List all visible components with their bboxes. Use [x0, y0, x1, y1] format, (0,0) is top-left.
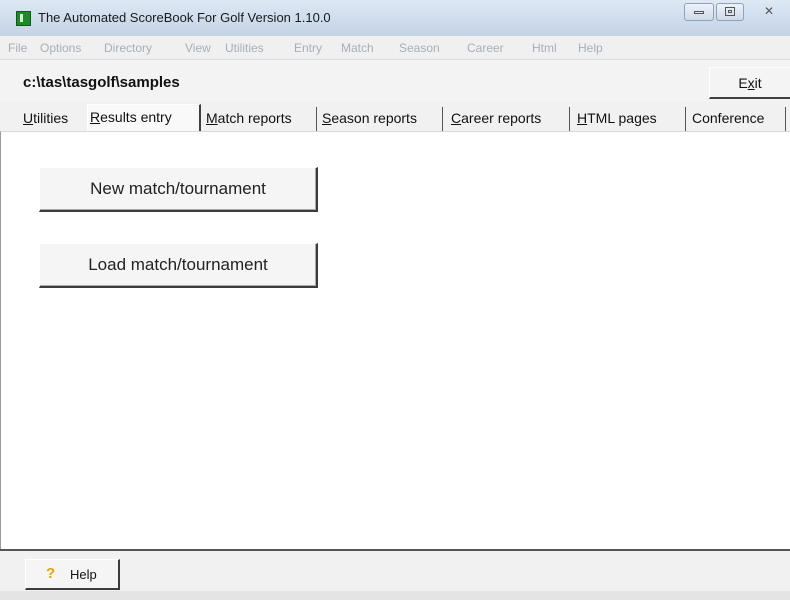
menu-entry[interactable]: Entry: [294, 41, 322, 55]
exit-button[interactable]: Exit: [709, 67, 790, 99]
tab-career-reports[interactable]: Career reports: [449, 107, 570, 131]
current-directory-path: c:\tas\tasgolf\samples: [23, 74, 180, 91]
tab-mnemonic: M: [206, 110, 218, 126]
app-icon: [16, 11, 31, 26]
new-match-button[interactable]: New match/tournament: [39, 167, 318, 212]
tab-results-entry-label: Results entry: [90, 109, 172, 125]
tab-season-reports[interactable]: Season reports: [320, 107, 443, 131]
menu-career[interactable]: Career: [467, 41, 504, 55]
menu-season[interactable]: Season: [399, 41, 440, 55]
tab-match-reports-label: Match reports: [206, 110, 292, 126]
tab-season-reports-label: Season reports: [322, 110, 417, 126]
tab-conference[interactable]: Conference: [690, 107, 786, 131]
results-entry-panel: New match/tournament Load match/tourname…: [0, 131, 790, 549]
exit-label-post: it: [754, 75, 762, 91]
menu-utilities[interactable]: Utilities: [225, 41, 264, 55]
minimize-icon: [694, 11, 704, 14]
tab-mnemonic: H: [577, 110, 588, 126]
tab-utilities[interactable]: Utilities: [21, 107, 84, 131]
close-button[interactable]: ✕: [754, 3, 790, 21]
menu-view[interactable]: View: [185, 41, 211, 55]
tab-strip: Utilities Results entry Match reports Se…: [0, 102, 790, 132]
tab-html-pages[interactable]: HTML pages: [575, 107, 686, 131]
tab-utilities-label: Utilities: [23, 110, 69, 126]
tab-results-entry[interactable]: Results entry: [87, 104, 201, 132]
close-icon: ✕: [764, 4, 775, 18]
window-title: The Automated ScoreBook For Golf Version…: [38, 10, 331, 25]
help-button[interactable]: ? Help: [25, 559, 120, 590]
tab-mnemonic: S: [322, 110, 332, 126]
question-mark-icon: ?: [46, 565, 56, 582]
menu-options[interactable]: Options: [40, 41, 81, 55]
minimize-button[interactable]: [684, 3, 714, 21]
tab-career-reports-label: Career reports: [451, 110, 542, 126]
path-row: c:\tas\tasgolf\samples Exit: [0, 60, 790, 102]
exit-mnemonic: x: [747, 75, 755, 91]
tab-mnemonic: U: [23, 110, 34, 126]
load-match-button[interactable]: Load match/tournament: [39, 243, 318, 288]
tab-conference-label: Conference: [692, 110, 765, 126]
app-window: The Automated ScoreBook For Golf Version…: [0, 0, 790, 600]
maximize-button[interactable]: [716, 3, 744, 21]
menu-match[interactable]: Match: [341, 41, 374, 55]
title-bar: The Automated ScoreBook For Golf Version…: [0, 0, 790, 36]
menu-file[interactable]: File: [8, 41, 27, 55]
maximize-icon: [725, 7, 735, 16]
menu-bar: File Options Directory View Utilities En…: [0, 36, 790, 60]
exit-label-pre: E: [738, 75, 748, 91]
tab-html-pages-label: HTML pages: [577, 110, 657, 126]
menu-html[interactable]: Html: [532, 41, 557, 55]
bottom-edge: [0, 591, 790, 600]
tab-match-reports[interactable]: Match reports: [204, 107, 317, 131]
menu-directory[interactable]: Directory: [104, 41, 152, 55]
help-label: Help: [70, 567, 97, 582]
tab-mnemonic: R: [90, 109, 101, 125]
tab-mnemonic: C: [451, 110, 462, 126]
menu-help[interactable]: Help: [578, 41, 603, 55]
